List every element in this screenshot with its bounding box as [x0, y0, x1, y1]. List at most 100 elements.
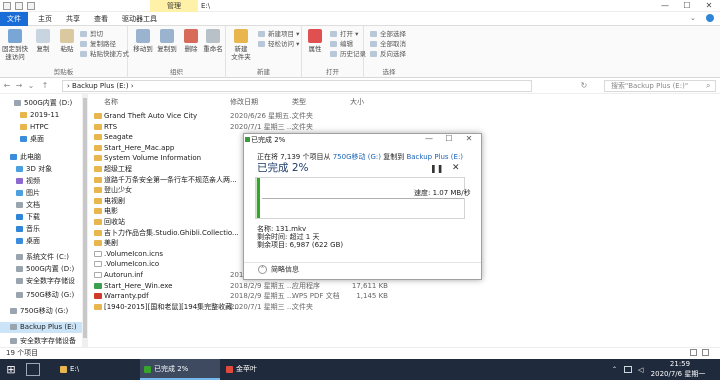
history-button[interactable]: 历史记录	[330, 50, 366, 58]
network-icon[interactable]	[624, 366, 632, 373]
easy-access-button[interactable]: 轻松访问 ▾	[258, 40, 299, 48]
recent-locations-icon[interactable]: ⌄	[26, 80, 36, 92]
file-row[interactable]: Start_Here_Win.exe 2018/2/9 星期五 ... 应用程序 17…	[90, 281, 720, 292]
nav-item[interactable]: Backup Plus (E:)	[0, 322, 82, 333]
nav-item[interactable]: 500G内置 (D:)	[0, 98, 82, 109]
pin-quick-access-button[interactable]: 固定到快速访问	[2, 29, 28, 61]
properties-button[interactable]: 属性	[302, 29, 328, 53]
nav-item[interactable]: 桌面	[0, 236, 82, 247]
taskbar-button[interactable]: 金苹叶	[222, 359, 302, 380]
rename-button[interactable]: 重命名	[200, 29, 226, 53]
tray-chevron-icon[interactable]: ⌃	[612, 366, 617, 373]
nav-item[interactable]: 安全数字存储设	[0, 276, 82, 287]
quick-access-icon[interactable]	[15, 2, 23, 10]
start-button[interactable]: ⊞	[0, 359, 22, 380]
group-label-new: 新建	[257, 68, 270, 76]
file-icon	[94, 250, 102, 257]
file-type: 应用程序	[292, 281, 320, 290]
new-folder-button[interactable]: 新建 文件夹	[228, 29, 254, 61]
folder-icon	[16, 254, 23, 260]
file-icon	[94, 155, 102, 162]
nav-item[interactable]: 750G移动 (G:)	[0, 290, 82, 301]
copy-path-button[interactable]: 复制路径	[80, 40, 116, 48]
nav-item[interactable]: 视频	[0, 176, 82, 187]
copy-icon	[36, 29, 50, 43]
paste-shortcut-button[interactable]: 粘贴快捷方式	[80, 50, 129, 58]
context-tab-manage[interactable]: 管理	[150, 0, 198, 12]
nav-item-label: 安全数字存储设备	[20, 337, 76, 345]
nav-item[interactable]: 图片	[0, 188, 82, 199]
nav-item[interactable]: 音乐	[0, 224, 82, 235]
refresh-icon[interactable]: ↻	[579, 80, 589, 92]
file-row[interactable]: RTS 2020/7/1 星期三 ... 文件夹	[90, 122, 720, 133]
undo-icon[interactable]	[27, 2, 35, 10]
speed-line	[262, 198, 464, 199]
ribbon-group-select: 全部选择 全部取消 反向选择 选择	[364, 26, 414, 78]
nav-item[interactable]: HTPC	[0, 122, 82, 133]
group-label-clipboard: 剪贴板	[53, 68, 74, 76]
clock-time[interactable]: 21:59	[650, 359, 710, 369]
new-item-button[interactable]: 新建项目 ▾	[258, 30, 299, 38]
close-button[interactable]: ✕	[698, 0, 720, 12]
tab-home[interactable]: 主页	[32, 12, 58, 26]
nav-scrollbar-thumb[interactable]	[83, 98, 87, 338]
tiles-view-icon[interactable]	[702, 349, 709, 356]
pause-icon[interactable]: ❚❚	[430, 164, 443, 173]
less-details-button[interactable]: 简略信息	[258, 265, 299, 275]
minimize-button[interactable]: —	[654, 0, 676, 12]
tab-share[interactable]: 共享	[60, 12, 86, 26]
nav-item[interactable]: 500G内置 (D:)	[0, 264, 82, 275]
nav-item[interactable]: 桌面	[0, 134, 82, 145]
select-none-button[interactable]: 全部取消	[370, 40, 406, 48]
details-view-icon[interactable]	[690, 349, 697, 356]
nav-item[interactable]: 2019-11	[0, 110, 82, 121]
back-icon[interactable]: ←	[2, 80, 12, 92]
file-size: 1,145 KB	[356, 292, 388, 301]
tab-file[interactable]: 文件	[0, 12, 28, 26]
tab-drive-tools[interactable]: 驱动器工具	[116, 12, 163, 26]
open-button[interactable]: 打开 ▾	[330, 30, 358, 38]
task-view-icon[interactable]	[26, 363, 40, 376]
cancel-copy-icon[interactable]: ✕	[452, 163, 460, 173]
up-icon[interactable]: ↑	[40, 80, 50, 92]
select-all-button[interactable]: 全部选择	[370, 30, 406, 38]
nav-item[interactable]: 下载	[0, 212, 82, 223]
column-header-size[interactable]: 大小	[350, 97, 364, 107]
search-input[interactable]: 搜索"Backup Plus (E:)"	[604, 80, 716, 92]
invert-selection-button[interactable]: 反向选择	[370, 50, 406, 58]
column-header-type[interactable]: 类型	[292, 97, 306, 107]
nav-item[interactable]: 文档	[0, 200, 82, 211]
maximize-button[interactable]: ☐	[676, 0, 698, 12]
file-row[interactable]: Warranty.pdf 2018/2/9 星期五 ... WPS PDF 文档 1,…	[90, 291, 720, 302]
move-to-button[interactable]: 移动到	[130, 29, 156, 53]
dialog-close-button[interactable]: ✕	[459, 133, 479, 145]
source-drive-link[interactable]: 750G移动 (G:)	[333, 153, 381, 161]
clock-date[interactable]: 2020/7/6 星期一	[640, 369, 716, 379]
dialog-minimize-button[interactable]: —	[419, 133, 439, 145]
file-row[interactable]: Grand Theft Auto Vice City 2020/6/26 星期五.…	[90, 111, 720, 122]
nav-item[interactable]: 750G移动 (G:)	[0, 306, 82, 317]
file-type: 文件夹	[292, 112, 313, 120]
help-icon[interactable]	[706, 14, 714, 22]
paste-button[interactable]: 粘贴	[54, 29, 80, 53]
copy-to-button[interactable]: 复制到	[154, 29, 180, 53]
ribbon-expand-icon[interactable]: ⌄	[690, 14, 696, 22]
dialog-maximize-button[interactable]: ☐	[439, 133, 459, 145]
taskbar-button[interactable]: E:\	[56, 359, 136, 380]
file-row[interactable]: [1940-2015][国和老鼠][194集完整收藏... 2020/7/1 星期…	[90, 302, 720, 313]
nav-item[interactable]: 系统文件 (C:)	[0, 252, 82, 263]
nav-item[interactable]: 此电脑	[0, 152, 82, 163]
taskbar-button[interactable]: 已完成 2%	[140, 359, 220, 380]
column-header-date[interactable]: 修改日期	[230, 97, 258, 107]
address-path[interactable]: › Backup Plus (E:) ›	[62, 80, 532, 92]
tab-view[interactable]: 查看	[88, 12, 114, 26]
nav-item[interactable]: 安全数字存储设备	[0, 336, 82, 347]
column-header-name[interactable]: 名称	[104, 97, 118, 107]
nav-item[interactable]: 3D 对象	[0, 164, 82, 175]
forward-icon[interactable]: →	[14, 80, 24, 92]
edit-button[interactable]: 编辑	[330, 40, 353, 48]
cut-button[interactable]: 剪切	[80, 30, 103, 38]
destination-drive-link[interactable]: Backup Plus (E:)	[406, 153, 463, 161]
new-folder-icon	[234, 29, 248, 43]
copy-button[interactable]: 复制	[30, 29, 56, 53]
